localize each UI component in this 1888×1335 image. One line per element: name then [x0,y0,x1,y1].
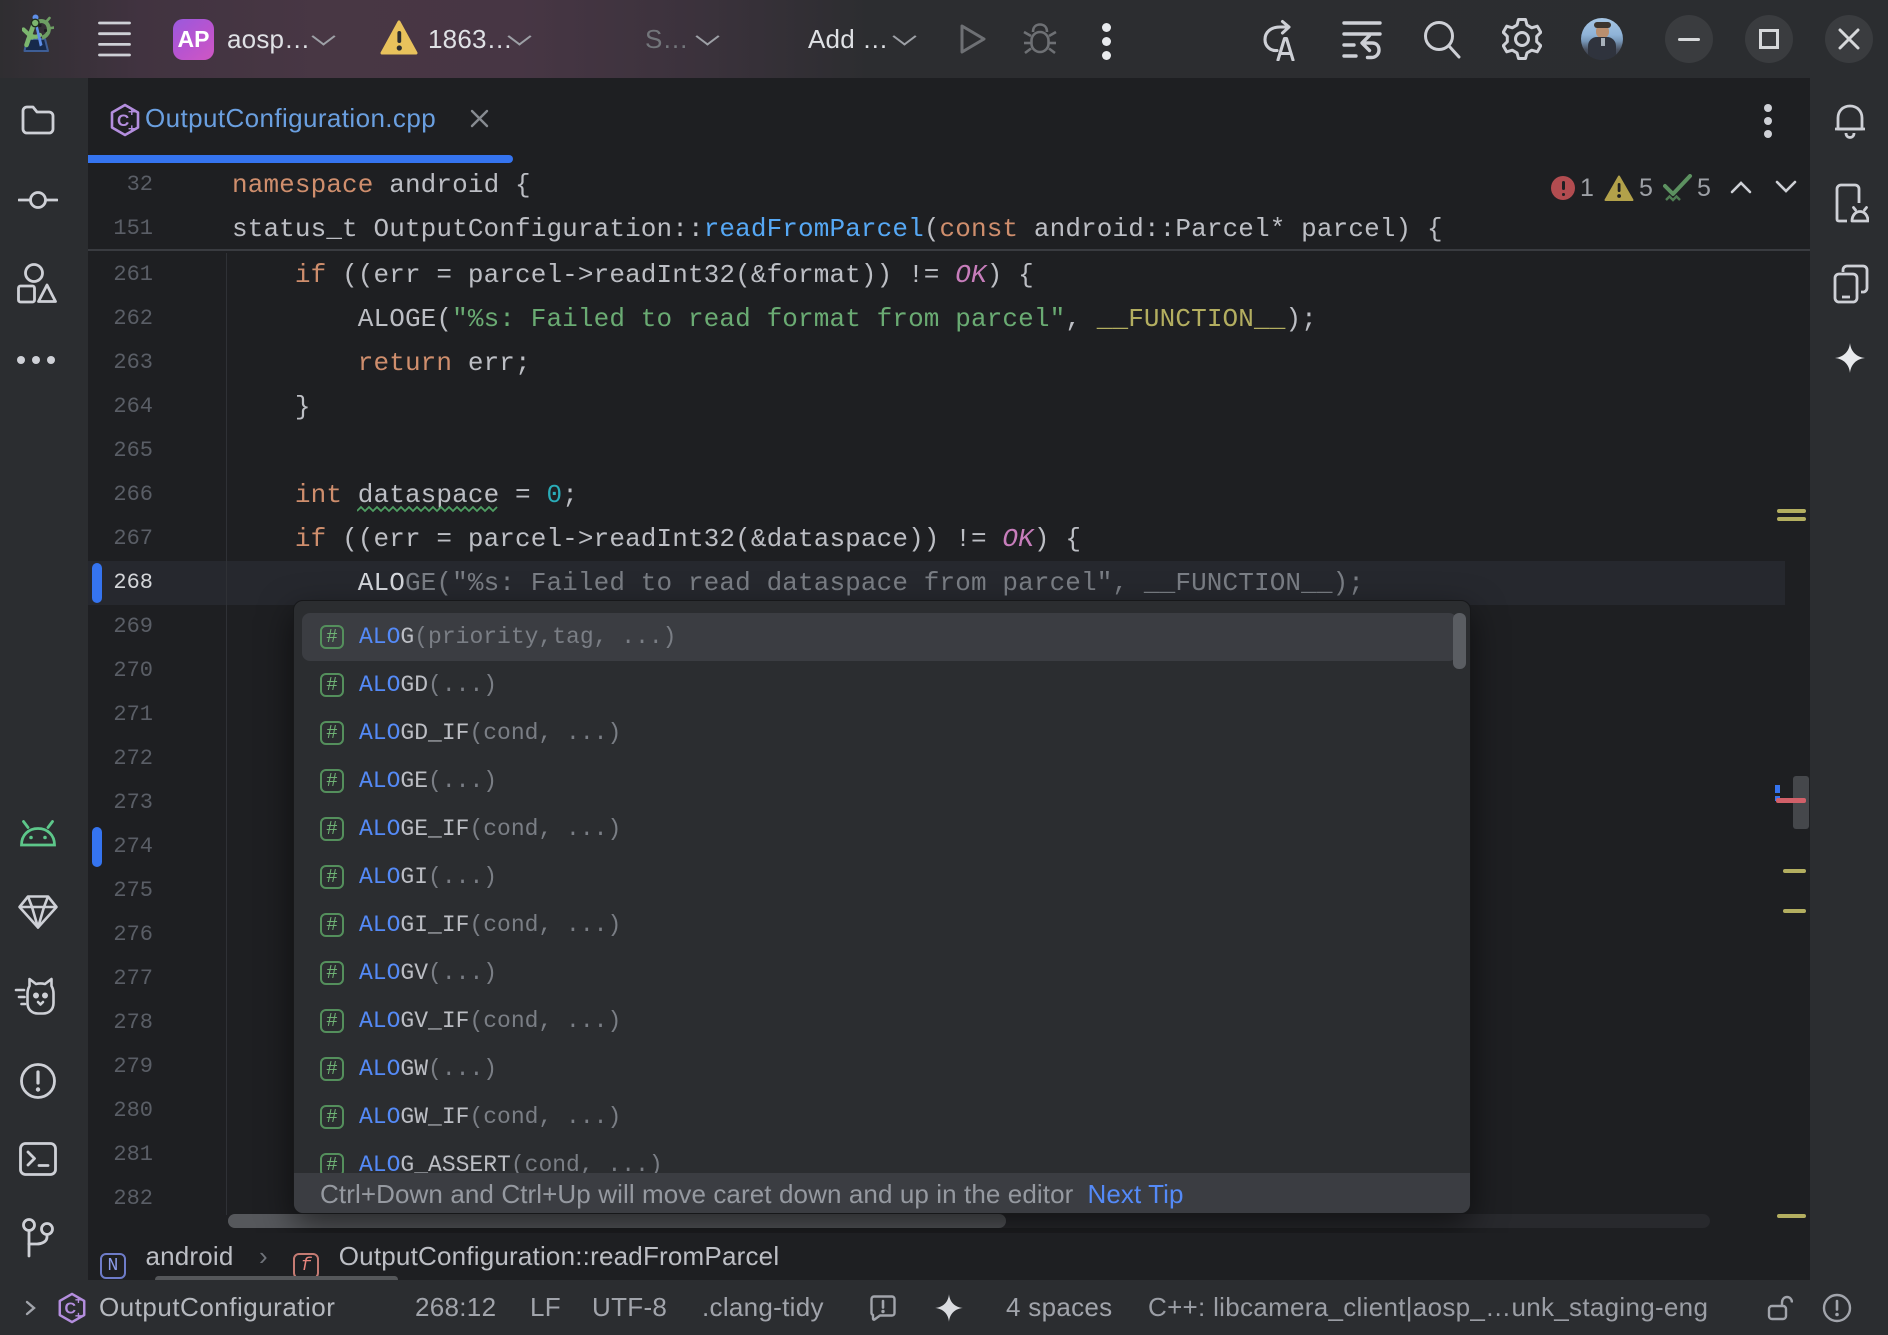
svg-text:+: + [128,104,136,119]
svg-text:+: + [128,121,136,136]
svg-text:+: + [75,1309,82,1323]
svg-text:+: + [75,1293,82,1307]
